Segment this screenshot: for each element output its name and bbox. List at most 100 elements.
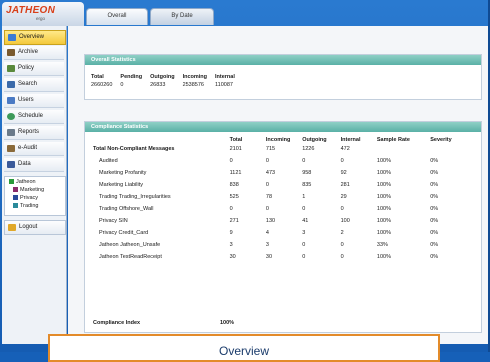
table-cell: 0 [302,254,306,260]
logout-button[interactable]: Logout [4,220,66,235]
table-cell: 30 [229,254,236,260]
table-cell: 0% [430,170,439,176]
table-cell: 100% [376,194,391,200]
folder-icon [13,203,18,209]
group-item-trading[interactable]: Trading [13,202,38,210]
table-cell: Jatheon TestReadReceipt [99,254,162,260]
sidebar-item-search[interactable]: Search [4,78,64,92]
overall-statistics-panel: Overall Statistics Total Pending Outgoin… [84,54,482,100]
caption-text: Overview [218,344,269,358]
table-cell: 2101 [229,146,242,152]
tab-overall[interactable]: Overall [86,8,148,25]
sidebar-item-users[interactable]: Users [4,94,64,108]
table-cell: 100% [376,218,391,224]
compliance-statistics-panel: Compliance Statistics Total Incoming Out… [84,121,482,333]
table-cell: 472 [340,146,350,152]
logout-icon [8,224,16,231]
sidebar-item-label: Data [18,161,31,167]
sidebar-item-reports[interactable]: Reports [4,126,64,140]
sidebar-item-policy[interactable]: Policy [4,62,64,76]
table-cell: 92 [340,170,347,176]
group-item-marketing[interactable]: Marketing [13,186,44,194]
column-header: Total [229,136,243,143]
logo-brand: JATHEON [6,5,56,16]
table-cell: 835 [302,182,312,188]
table-row: Jatheon Jatheon_Unsafe 3 3 0 0 33% 0% [93,239,473,251]
column-header: Outgoing [150,74,175,80]
logo: JATHEON ergo [2,2,84,26]
folder-icon [13,195,18,201]
table-cell: 838 [229,182,239,188]
sidebar: Overview Archive Policy Search Users Sch… [2,26,67,344]
compliance-index-value: 100% [220,320,235,326]
search-icon [7,81,15,88]
column-header: Sample Rate [376,136,410,143]
table-cell: Jatheon Jatheon_Unsafe [99,242,161,248]
column-header: Internal [340,136,361,143]
table-cell: Audited [99,158,118,164]
folder-icon [13,187,18,193]
table-cell: 0 [265,206,269,212]
compliance-table: Total Incoming Outgoing Internal Sample … [93,136,473,263]
table-cell: 100 [340,218,350,224]
table-cell: Trading Offshore_Wall [99,206,154,212]
reports-icon [7,129,15,136]
table-cell: Privacy Credit_Card [99,230,149,236]
table-row: Jatheon TestReadReceipt 30 30 0 0 100% 0% [93,251,473,263]
table-cell: 0 [302,158,306,164]
table-cell: 958 [302,170,312,176]
table-cell: 0 [120,82,124,88]
table-cell: Marketing Profanity [99,170,147,176]
sidebar-item-e-audit[interactable]: e-Audit [4,142,64,156]
column-header: Incoming [182,74,208,80]
table-cell: 26833 [150,82,166,88]
panel-title: Overall Statistics [85,55,481,65]
tab-by-date[interactable]: By Date [150,8,214,25]
table-cell: 0% [430,254,439,260]
group-item-privacy[interactable]: Privacy [13,194,38,202]
table-cell: 3 [229,242,233,248]
table-cell: 33% [376,242,388,248]
table-cell: 281 [340,182,350,188]
table-cell: 473 [265,170,276,176]
table-cell: 0 [340,158,344,164]
overview-icon [8,34,16,41]
table-cell: 2 [340,230,344,236]
table-cell: 100% [376,206,391,212]
sidebar-item-label: Policy [18,65,35,71]
sidebar-item-archive[interactable]: Archive [4,46,64,60]
table-cell: 3 [302,230,306,236]
group-item-jatheon[interactable]: Jatheon [9,178,36,186]
table-header-row: Total Incoming Outgoing Internal Sample … [93,136,473,143]
table-row: Privacy Credit_Card 9 4 3 2 100% 0% [93,227,473,239]
table-cell: Privacy SIN [99,218,128,224]
sidebar-item-overview[interactable]: Overview [4,30,66,45]
summary-table: Total Pending Outgoing Incoming Internal… [91,73,243,89]
table-cell: 78 [265,194,273,200]
sidebar-item-label: Archive [18,49,39,55]
panel-title: Compliance Statistics [85,122,481,132]
table-cell: 271 [229,218,239,224]
table-cell: 0 [229,206,233,212]
table-cell: 130 [265,218,276,224]
table-cell: 1226 [302,146,315,152]
logo-subtitle: ergo [36,16,46,21]
data-icon [7,161,15,168]
column-header: Severity [430,136,452,143]
table-cell: 0 [340,242,344,248]
sidebar-item-data[interactable]: Data [4,158,64,172]
table-cell: 0% [430,218,439,224]
table-cell: 100% [376,254,391,260]
folder-icon [9,179,14,185]
table-row: Marketing Liability 838 0 835 281 100% 0% [93,179,473,191]
table-cell: 2538576 [182,82,204,88]
table-row: Privacy SIN 271 130 41 100 100% 0% [93,215,473,227]
table-cell: 1 [302,194,306,200]
sidebar-item-label: Reports [18,129,40,135]
sidebar-item-label: e-Audit [18,145,38,151]
table-cell: 110087 [215,82,233,88]
main-content: Overall Statistics Total Pending Outgoin… [68,26,488,344]
caption-box: Overview [48,334,440,362]
sidebar-item-schedule[interactable]: Schedule [4,110,64,124]
table-cell: 1121 [229,170,242,176]
